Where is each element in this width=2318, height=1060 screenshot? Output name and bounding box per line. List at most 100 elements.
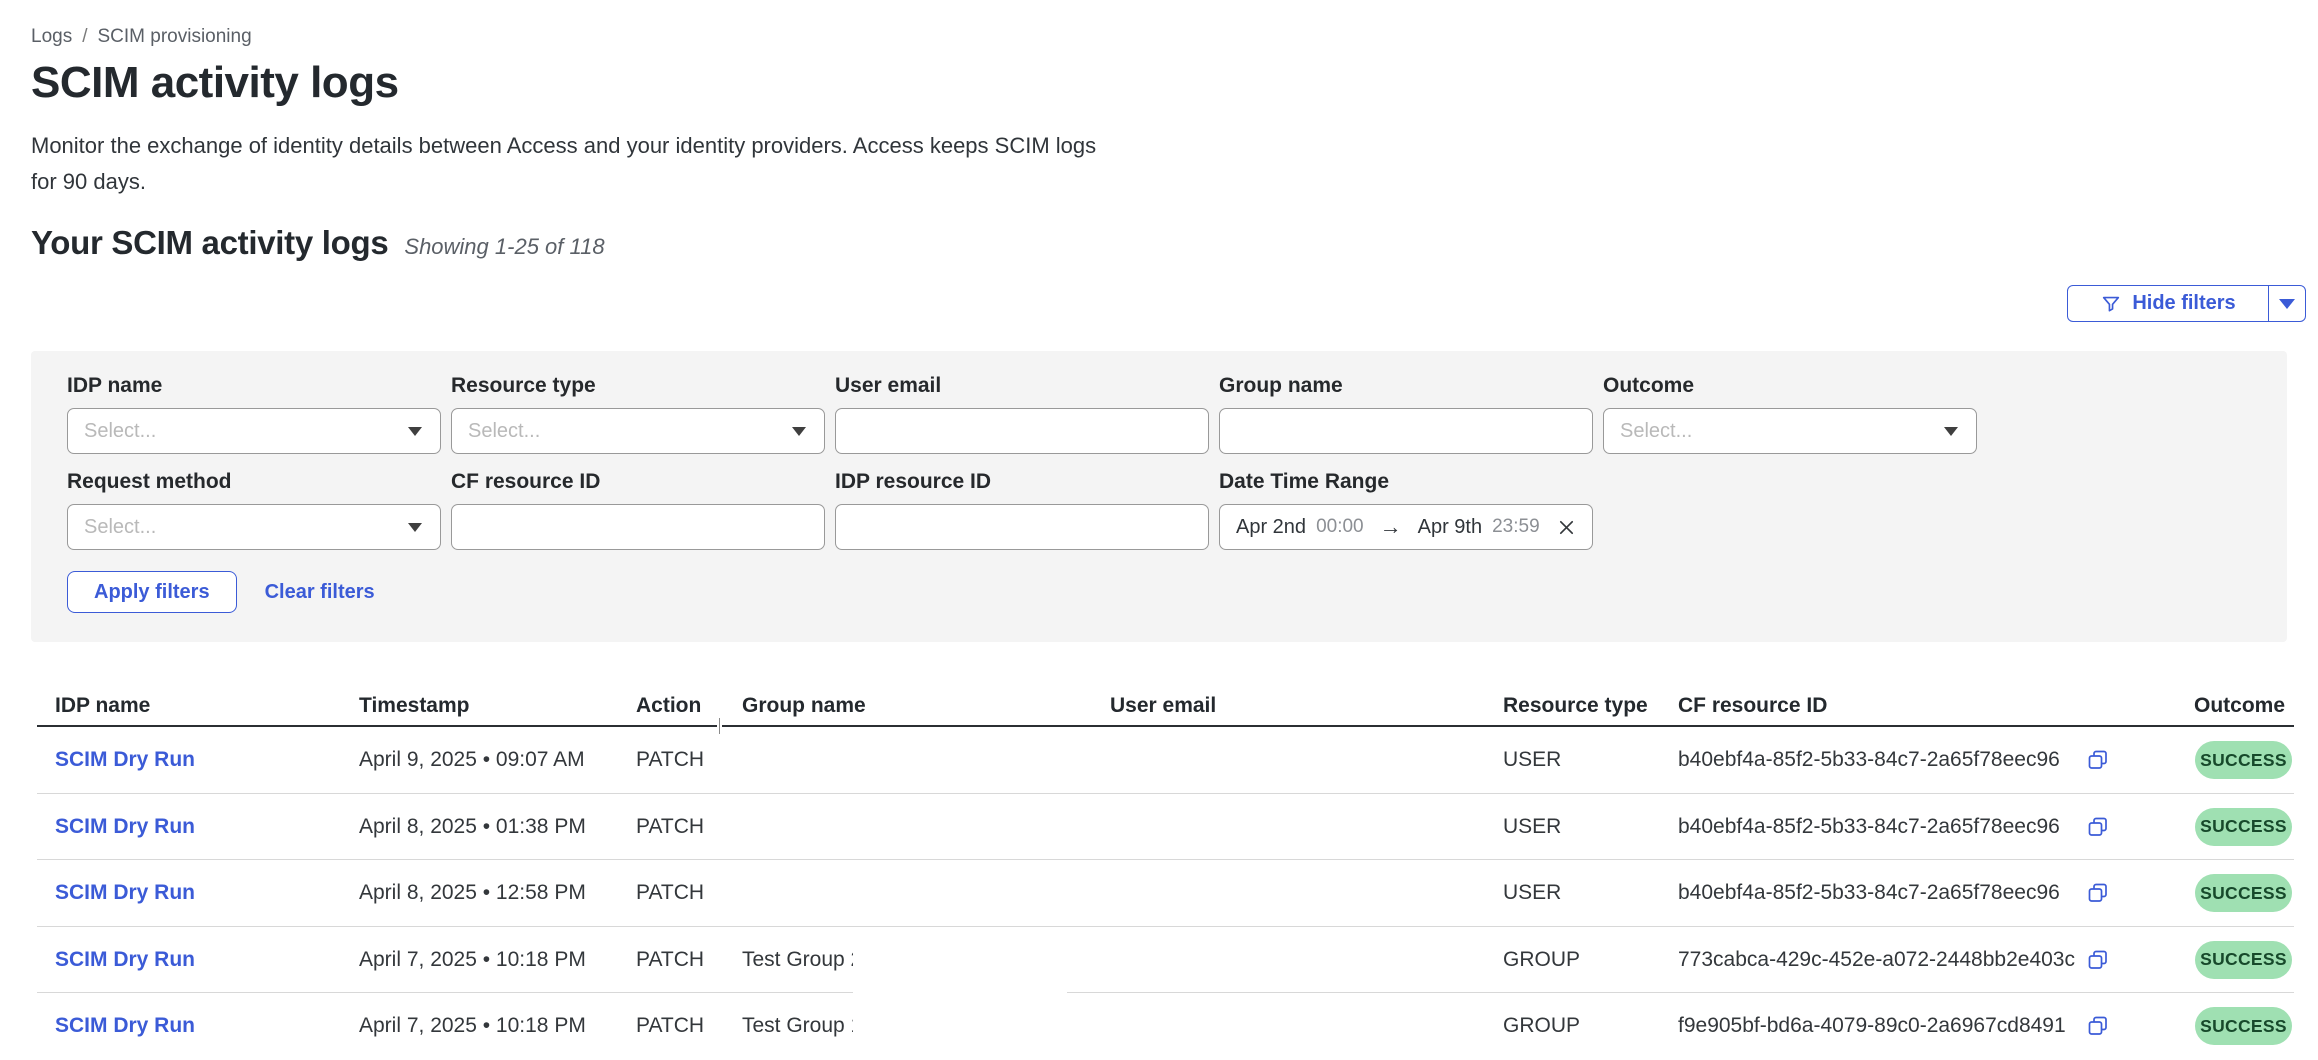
status-badge: SUCCESS bbox=[2195, 808, 2292, 846]
column-header-user-email: User email bbox=[1110, 694, 1216, 718]
status-badge: SUCCESS bbox=[2195, 941, 2292, 979]
status-badge: SUCCESS bbox=[2195, 741, 2292, 779]
select-placeholder: Select... bbox=[84, 420, 156, 443]
group-name-cell: Test Group 2 bbox=[742, 948, 855, 972]
timestamp-cell: April 8, 2025 • 12:58 PM bbox=[359, 881, 586, 905]
start-date: Apr 2nd bbox=[1236, 516, 1306, 539]
showing-count: Showing 1-25 of 118 bbox=[404, 234, 604, 260]
resource-type-cell: USER bbox=[1503, 748, 1561, 772]
cf-resource-id-cell: b40ebf4a-85f2-5b33-84c7-2a65f78eec96 bbox=[1678, 881, 2060, 905]
resource-type-select[interactable]: Select... bbox=[451, 408, 825, 454]
filter-field-date-time-range: Date Time Range Apr 2nd 00:00 → Apr 9th 23:59 bbox=[1219, 469, 1593, 550]
filter-label-cf-resource-id: CF resource ID bbox=[451, 469, 825, 495]
copy-icon[interactable] bbox=[2086, 748, 2110, 772]
filter-field-idp-name: IDP name Select... bbox=[67, 373, 441, 454]
apply-filters-button[interactable]: Apply filters bbox=[67, 571, 237, 613]
breadcrumb-scim-provisioning: SCIM provisioning bbox=[97, 26, 251, 48]
request-method-select[interactable]: Select... bbox=[67, 504, 441, 550]
page-title: SCIM activity logs bbox=[31, 58, 399, 108]
select-placeholder: Select... bbox=[1620, 420, 1692, 443]
filter-label-user-email: User email bbox=[835, 373, 1209, 399]
hide-filters-main[interactable]: Hide filters bbox=[2068, 286, 2268, 321]
filters-dropdown-toggle[interactable] bbox=[2268, 286, 2305, 321]
timestamp-cell: April 9, 2025 • 09:07 AM bbox=[359, 748, 585, 772]
user-email-input[interactable] bbox=[852, 409, 1192, 453]
resource-type-cell: USER bbox=[1503, 881, 1561, 905]
table-body: SCIM Dry Run April 9, 2025 • 09:07 AM PATC… bbox=[0, 727, 2318, 1060]
chevron-down-icon bbox=[408, 427, 422, 436]
arrow-right-icon: → bbox=[1380, 514, 1402, 540]
filter-label-idp-name: IDP name bbox=[67, 373, 441, 399]
caret-down-icon bbox=[2279, 299, 2295, 309]
chevron-down-icon bbox=[408, 523, 422, 532]
copy-icon[interactable] bbox=[2086, 881, 2110, 905]
hide-filters-button[interactable]: Hide filters bbox=[2067, 285, 2306, 322]
resource-type-cell: GROUP bbox=[1503, 948, 1580, 972]
scim-logs-table: IDP nameTimestampActionGroup nameUser em… bbox=[0, 690, 2318, 1060]
close-icon[interactable] bbox=[1557, 518, 1576, 537]
filter-label-outcome: Outcome bbox=[1603, 373, 1977, 399]
start-time: 00:00 bbox=[1316, 516, 1364, 538]
copy-icon[interactable] bbox=[2086, 1014, 2110, 1038]
page-description: Monitor the exchange of identity details… bbox=[31, 128, 1111, 200]
column-header-group-name: Group name bbox=[742, 694, 866, 718]
timestamp-cell: April 8, 2025 • 01:38 PM bbox=[359, 815, 586, 839]
filter-field-idp-resource-id: IDP resource ID bbox=[835, 469, 1209, 550]
filter-label-request-method: Request method bbox=[67, 469, 441, 495]
copy-icon[interactable] bbox=[2086, 948, 2110, 972]
chevron-down-icon bbox=[1944, 427, 1958, 436]
timestamp-cell: April 7, 2025 • 10:18 PM bbox=[359, 948, 586, 972]
end-time: 23:59 bbox=[1492, 516, 1540, 538]
end-date: Apr 9th bbox=[1418, 516, 1482, 539]
idp-name-link[interactable]: SCIM Dry Run bbox=[55, 815, 195, 839]
idp-resource-id-input[interactable] bbox=[852, 505, 1192, 549]
cf-resource-id-input[interactable] bbox=[468, 505, 808, 549]
filter-field-user-email: User email bbox=[835, 373, 1209, 454]
group-name-cell: Test Group 1 bbox=[742, 1014, 855, 1038]
column-header-outcome: Outcome bbox=[2194, 694, 2285, 718]
table-row: SCIM Dry Run April 9, 2025 • 09:07 AM PATC… bbox=[0, 727, 2318, 794]
filter-field-group-name: Group name bbox=[1219, 373, 1593, 454]
cf-resource-id-cell: f9e905bf-bd6a-4079-89c0-2a6967cd8491 bbox=[1678, 1014, 2066, 1038]
hide-filters-label: Hide filters bbox=[2132, 292, 2235, 315]
idp-name-select[interactable]: Select... bbox=[67, 408, 441, 454]
action-cell: PATCH bbox=[636, 748, 704, 772]
resource-type-cell: USER bbox=[1503, 815, 1561, 839]
action-cell: PATCH bbox=[636, 1014, 704, 1038]
idp-resource-id-field-wrap bbox=[835, 504, 1209, 550]
copy-icon[interactable] bbox=[2086, 815, 2110, 839]
filter-row-1: IDP name Select... Resource type Select... U… bbox=[67, 373, 1977, 454]
column-header-idp-name: IDP name bbox=[55, 694, 150, 718]
idp-name-link[interactable]: SCIM Dry Run bbox=[55, 948, 195, 972]
idp-name-link[interactable]: SCIM Dry Run bbox=[55, 881, 195, 905]
filter-panel: IDP name Select... Resource type Select... U… bbox=[31, 351, 2287, 642]
outcome-select[interactable]: Select... bbox=[1603, 408, 1977, 454]
filter-field-resource-type: Resource type Select... bbox=[451, 373, 825, 454]
section-title: Your SCIM activity logs bbox=[31, 224, 388, 262]
breadcrumb-logs[interactable]: Logs bbox=[31, 26, 72, 48]
breadcrumb-separator: / bbox=[82, 26, 87, 48]
idp-name-link[interactable]: SCIM Dry Run bbox=[55, 748, 195, 772]
table-row: SCIM Dry Run April 8, 2025 • 01:38 PM PATC… bbox=[0, 794, 2318, 861]
filter-label-resource-type: Resource type bbox=[451, 373, 825, 399]
breadcrumb: Logs / SCIM provisioning bbox=[31, 26, 252, 48]
column-header-cf-resource-id: CF resource ID bbox=[1678, 694, 1827, 718]
group-name-field-wrap bbox=[1219, 408, 1593, 454]
group-name-input[interactable] bbox=[1236, 409, 1576, 453]
filter-row-2: Request method Select... CF resource ID IDP… bbox=[67, 469, 1593, 550]
idp-name-link[interactable]: SCIM Dry Run bbox=[55, 1014, 195, 1038]
status-badge: SUCCESS bbox=[2195, 874, 2292, 912]
cf-resource-id-field-wrap bbox=[451, 504, 825, 550]
filter-field-outcome: Outcome Select... bbox=[1603, 373, 1977, 454]
clear-filters-button[interactable]: Clear filters bbox=[265, 581, 375, 604]
filter-actions: Apply filters Clear filters bbox=[67, 571, 375, 613]
date-time-range-picker[interactable]: Apr 2nd 00:00 → Apr 9th 23:59 bbox=[1219, 504, 1593, 550]
select-placeholder: Select... bbox=[468, 420, 540, 443]
filter-field-request-method: Request method Select... bbox=[67, 469, 441, 550]
action-cell: PATCH bbox=[636, 815, 704, 839]
filter-label-group-name: Group name bbox=[1219, 373, 1593, 399]
filter-label-date-time-range: Date Time Range bbox=[1219, 469, 1593, 495]
select-placeholder: Select... bbox=[84, 516, 156, 539]
action-cell: PATCH bbox=[636, 948, 704, 972]
status-badge: SUCCESS bbox=[2195, 1007, 2292, 1045]
